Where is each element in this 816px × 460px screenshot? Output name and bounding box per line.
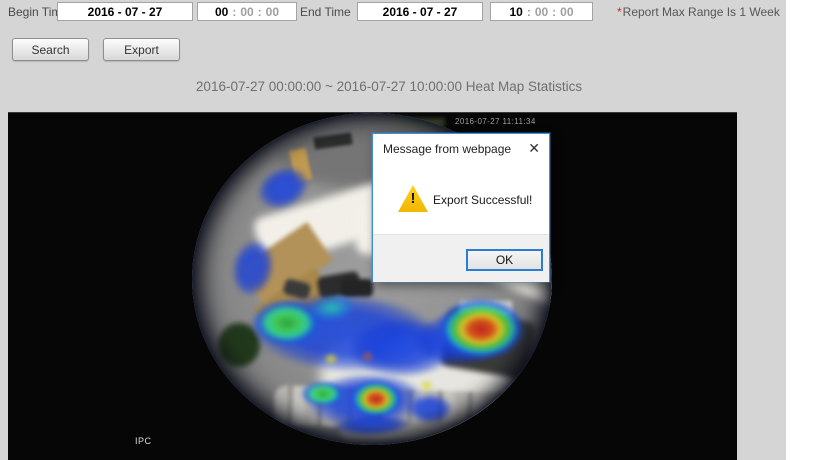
warning-exclamation: ! xyxy=(410,190,416,207)
required-asterisk: * xyxy=(617,5,622,19)
page-right-margin xyxy=(786,0,816,460)
dialog-titlebar[interactable]: Message from webpage ✕ xyxy=(373,134,549,162)
end-hour[interactable]: 10 xyxy=(509,5,522,19)
report-title: 2016-07-27 00:00:00 ~ 2016-07-27 10:00:0… xyxy=(195,79,583,94)
time-separator: : xyxy=(257,4,262,19)
end-time-label: End Time xyxy=(300,5,351,19)
end-date-input[interactable]: 2016 - 07 - 27 xyxy=(357,2,483,21)
max-range-note: *Report Max Range Is 1 Week xyxy=(617,5,780,19)
osd-timestamp: 2016-07-27 11:11:34 xyxy=(455,117,536,126)
begin-second[interactable]: 00 xyxy=(266,5,279,19)
begin-time-input[interactable]: 00 : 00 : 00 xyxy=(197,2,297,21)
dialog-footer: OK xyxy=(373,234,549,282)
ok-button[interactable]: OK xyxy=(466,249,543,271)
heat-map-statistics-page: Begin Time 2016 - 07 - 27 00 : 00 : 00 E… xyxy=(0,0,816,460)
dialog-title: Message from webpage xyxy=(383,142,512,156)
close-icon[interactable]: ✕ xyxy=(528,140,540,156)
end-time-input[interactable]: 10 : 00 : 00 xyxy=(490,2,593,21)
search-button[interactable]: Search xyxy=(12,38,89,61)
max-range-note-text: Report Max Range Is 1 Week xyxy=(622,5,780,19)
end-minute[interactable]: 00 xyxy=(535,5,548,19)
begin-minute[interactable]: 00 xyxy=(240,5,253,19)
end-second[interactable]: 00 xyxy=(560,5,573,19)
time-separator: : xyxy=(232,4,237,19)
dialog-body: ! Export Successful! xyxy=(373,162,549,234)
export-button[interactable]: Export xyxy=(103,38,180,61)
dialog-message: Export Successful! xyxy=(433,193,533,207)
message-dialog: Message from webpage ✕ ! Export Successf… xyxy=(372,133,550,282)
begin-date-input[interactable]: 2016 - 07 - 27 xyxy=(57,2,193,21)
device-label: IPC xyxy=(135,436,152,446)
begin-hour[interactable]: 00 xyxy=(215,5,228,19)
time-separator: : xyxy=(526,4,531,19)
time-separator: : xyxy=(552,4,557,19)
